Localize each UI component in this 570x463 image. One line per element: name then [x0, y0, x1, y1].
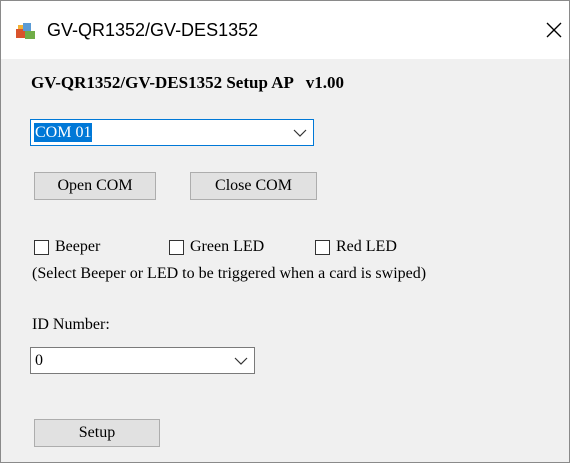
- id-number-value: 0: [35, 352, 43, 369]
- close-button[interactable]: [541, 15, 567, 45]
- com-port-select[interactable]: COM 01: [30, 119, 314, 146]
- open-com-button[interactable]: Open COM: [34, 172, 156, 200]
- setup-button[interactable]: Setup: [34, 419, 160, 447]
- beeper-option[interactable]: Beeper: [34, 237, 100, 257]
- green-led-option[interactable]: Green LED: [169, 237, 264, 257]
- beeper-checkbox[interactable]: [34, 239, 49, 255]
- green-led-checkbox[interactable]: [169, 239, 184, 255]
- chevron-down-icon[interactable]: [293, 128, 307, 138]
- title-bar: GV-QR1352/GV-DES1352: [1, 1, 569, 59]
- id-number-select[interactable]: 0: [30, 347, 255, 374]
- chevron-down-icon[interactable]: [234, 356, 248, 366]
- app-setup-icon: [15, 21, 37, 41]
- window-title: GV-QR1352/GV-DES1352: [47, 20, 259, 40]
- close-com-button[interactable]: Close COM: [190, 172, 317, 200]
- setup-window: GV-QR1352/GV-DES1352 GV-QR1352/GV-DES135…: [0, 0, 570, 463]
- red-led-label: Red LED: [336, 238, 397, 255]
- red-led-checkbox[interactable]: [315, 239, 330, 255]
- green-led-label: Green LED: [190, 238, 265, 255]
- close-icon: [546, 22, 562, 38]
- id-number-label: ID Number:: [32, 316, 110, 333]
- beeper-label: Beeper: [55, 238, 101, 255]
- trigger-hint: (Select Beeper or LED to be triggered wh…: [32, 265, 427, 282]
- app-heading: GV-QR1352/GV-DES1352 Setup AP v1.00: [31, 73, 344, 92]
- red-led-option[interactable]: Red LED: [315, 237, 397, 257]
- com-port-value: COM 01: [34, 123, 93, 142]
